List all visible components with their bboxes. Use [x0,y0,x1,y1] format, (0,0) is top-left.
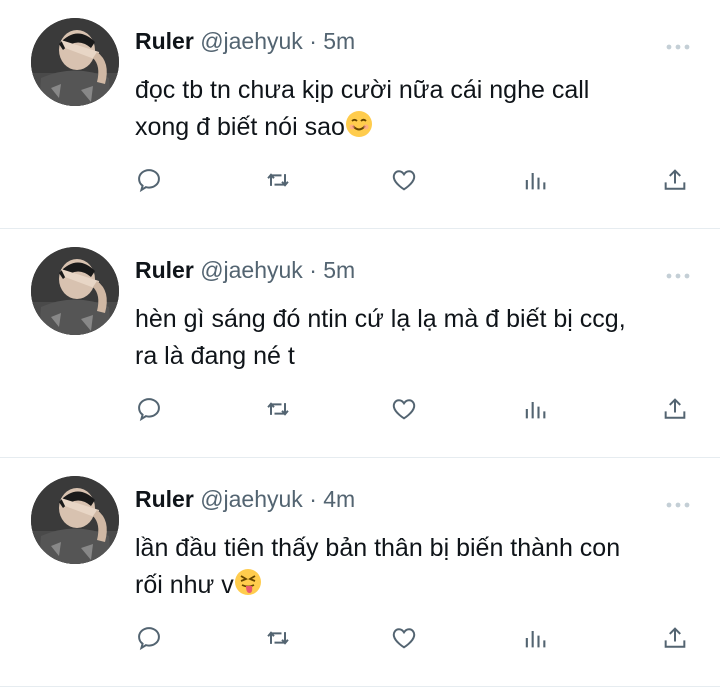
smiling-face-icon [345,110,373,149]
tweet-line: hèn gì sáng đó ntin cứ lạ lạ mà đ biết b… [135,305,626,333]
tweet-text: đọc tb tn chưa kịp cười nữa cái nghe cal… [135,72,695,149]
more-icon[interactable] [666,38,690,50]
tweet[interactable]: Ruler @jaehyuk · 5m hèn gì sáng đó ntin … [0,229,720,458]
like-icon[interactable] [384,618,424,658]
tweet[interactable]: Ruler @jaehyuk · 5m đọc tb tn chưa kịp c… [0,0,720,229]
tweet-line: ra là đang né t [135,342,295,370]
tweet-line: xong đ biết nói sao [135,113,345,141]
tweet-line: đọc tb tn chưa kịp cười nữa cái nghe cal… [135,76,590,104]
avatar[interactable] [31,247,119,335]
tweet-line-2: xong đ biết nói sao [135,109,695,149]
more-icon[interactable] [666,496,690,508]
handle[interactable]: @jaehyuk [200,28,303,54]
tweet[interactable]: Ruler @jaehyuk · 4m lần đầu tiên thấy bả… [0,458,720,687]
share-icon[interactable] [655,618,695,658]
display-name[interactable]: Ruler [135,28,194,54]
tweet-line-2: rối như v [135,567,695,607]
separator: · [302,28,324,54]
retweet-icon[interactable] [258,389,298,429]
share-icon[interactable] [655,389,695,429]
separator: · [302,486,324,512]
tweet-text: hèn gì sáng đó ntin cứ lạ lạ mà đ biết b… [135,301,695,375]
reply-icon[interactable] [129,160,169,200]
tweet-line: lần đầu tiên thấy bản thân bị biến thành… [135,534,621,562]
like-icon[interactable] [384,160,424,200]
share-icon[interactable] [655,160,695,200]
handle[interactable]: @jaehyuk [200,486,303,512]
retweet-icon[interactable] [258,618,298,658]
avatar[interactable] [31,476,119,564]
analytics-icon[interactable] [515,160,555,200]
display-name[interactable]: Ruler [135,257,194,283]
reply-icon[interactable] [129,389,169,429]
analytics-icon[interactable] [515,618,555,658]
more-icon[interactable] [666,267,690,279]
like-icon[interactable] [384,389,424,429]
tongue-face-icon [234,568,262,607]
avatar[interactable] [31,18,119,106]
tweet-line: rối như v [135,571,234,599]
tweet-text: lần đầu tiên thấy bản thân bị biến thành… [135,530,695,607]
reply-icon[interactable] [129,618,169,658]
analytics-icon[interactable] [515,389,555,429]
separator: · [302,257,324,283]
timestamp[interactable]: 4m [323,486,355,512]
timestamp[interactable]: 5m [323,257,355,283]
display-name[interactable]: Ruler [135,486,194,512]
handle[interactable]: @jaehyuk [200,257,303,283]
timestamp[interactable]: 5m [323,28,355,54]
retweet-icon[interactable] [258,160,298,200]
